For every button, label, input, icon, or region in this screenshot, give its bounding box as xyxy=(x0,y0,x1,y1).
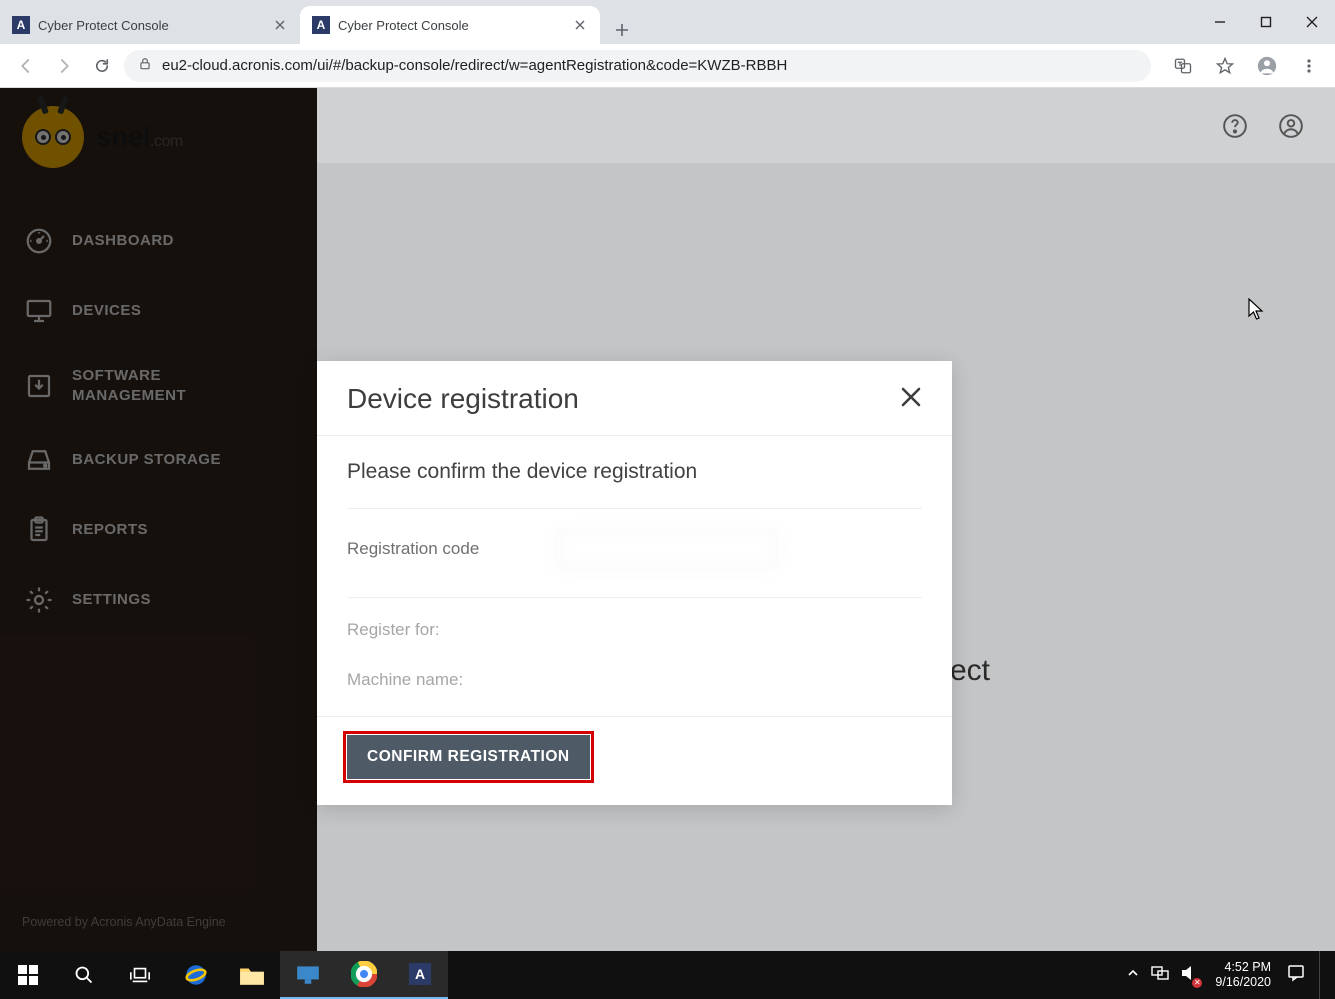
windows-taskbar: A ✕ 4:52 PM 9/16/2020 xyxy=(0,951,1335,999)
browser-toolbar: eu2-cloud.acronis.com/ui/#/backup-consol… xyxy=(0,44,1335,88)
sidebar-item-devices[interactable]: DEVICES xyxy=(0,276,317,346)
help-icon[interactable] xyxy=(1221,112,1249,140)
sidebar-item-label: SETTINGS xyxy=(72,590,151,610)
sidebar-nav: DASHBOARD DEVICES SOFTWARE MANAGEMENT BA… xyxy=(0,194,317,647)
address-bar[interactable]: eu2-cloud.acronis.com/ui/#/backup-consol… xyxy=(124,50,1151,82)
clipboard-icon xyxy=(24,515,54,545)
url-text: eu2-cloud.acronis.com/ui/#/backup-consol… xyxy=(162,57,787,74)
modal-title: Device registration xyxy=(347,383,579,415)
tab-title: Cyber Protect Console xyxy=(38,18,264,33)
register-for-row: Register for: xyxy=(347,620,922,640)
browser-tab-1[interactable]: A Cyber Protect Console xyxy=(300,6,600,44)
modal-subtitle: Please confirm the device registration xyxy=(347,460,922,484)
brand-logo-area: snel.com xyxy=(0,88,317,194)
machine-name-label: Machine name: xyxy=(347,670,557,690)
tray-network-icon[interactable] xyxy=(1151,965,1169,986)
close-tab-icon[interactable] xyxy=(272,17,288,33)
tab-title: Cyber Protect Console xyxy=(338,18,564,33)
taskbar-date: 9/16/2020 xyxy=(1215,975,1271,990)
sidebar-item-label: REPORTS xyxy=(72,520,148,540)
taskbar-time: 4:52 PM xyxy=(1215,960,1271,975)
sidebar-item-label: BACKUP STORAGE xyxy=(72,450,221,470)
back-button[interactable] xyxy=(10,50,42,82)
task-view-button[interactable] xyxy=(112,951,168,999)
registration-code-label: Registration code xyxy=(347,539,557,559)
brand-name: snel.com xyxy=(96,121,183,153)
search-button[interactable] xyxy=(56,951,112,999)
sidebar-footer: Powered by Acronis AnyData Engine xyxy=(0,899,317,951)
window-controls xyxy=(1197,0,1335,44)
mouse-cursor-icon xyxy=(1248,298,1266,322)
device-registration-modal: Device registration Please confirm the d… xyxy=(317,361,952,805)
tray-chevron-up-icon[interactable] xyxy=(1127,966,1139,984)
sidebar-item-backup-storage[interactable]: BACKUP STORAGE xyxy=(0,425,317,495)
brand-logo-icon xyxy=(22,106,84,168)
browser-tab-0[interactable]: A Cyber Protect Console xyxy=(0,6,300,44)
download-box-icon xyxy=(24,371,54,401)
maximize-window-button[interactable] xyxy=(1243,6,1289,38)
taskbar-app-acronis[interactable]: A xyxy=(392,951,448,999)
profile-avatar-icon[interactable] xyxy=(1251,50,1283,82)
new-tab-button[interactable] xyxy=(608,16,636,44)
reload-button[interactable] xyxy=(86,50,118,82)
disk-icon xyxy=(24,445,54,475)
sidebar-item-dashboard[interactable]: DASHBOARD xyxy=(0,206,317,276)
taskbar-app-explorer[interactable] xyxy=(224,951,280,999)
close-window-button[interactable] xyxy=(1289,6,1335,38)
sidebar-item-label: DEVICES xyxy=(72,301,141,321)
minimize-window-button[interactable] xyxy=(1197,6,1243,38)
account-icon[interactable] xyxy=(1277,112,1305,140)
forward-button[interactable] xyxy=(48,50,80,82)
gear-icon xyxy=(24,585,54,615)
browser-titlebar: A Cyber Protect Console A Cyber Protect … xyxy=(0,0,1335,44)
sidebar: snel.com DASHBOARD DEVICES SOFTWARE MANA… xyxy=(0,88,317,951)
taskbar-app-chrome[interactable] xyxy=(336,951,392,999)
sidebar-item-reports[interactable]: REPORTS xyxy=(0,495,317,565)
close-tab-icon[interactable] xyxy=(572,17,588,33)
register-for-label: Register for: xyxy=(347,620,557,640)
app-viewport: snel.com DASHBOARD DEVICES SOFTWARE MANA… xyxy=(0,88,1335,951)
registration-code-row: Registration code xyxy=(347,531,922,567)
browser-menu-icon[interactable] xyxy=(1293,50,1325,82)
translate-icon[interactable] xyxy=(1167,50,1199,82)
tray-notification-icon[interactable] xyxy=(1287,964,1305,987)
show-desktop-button[interactable] xyxy=(1319,951,1327,999)
confirm-registration-button[interactable]: CONFIRM REGISTRATION xyxy=(347,735,590,779)
gauge-icon xyxy=(24,226,54,256)
sidebar-item-settings[interactable]: SETTINGS xyxy=(0,565,317,635)
taskbar-app-ie[interactable] xyxy=(168,951,224,999)
close-modal-button[interactable] xyxy=(900,386,922,413)
taskbar-app-server-manager[interactable] xyxy=(280,951,336,999)
tray-volume-icon[interactable]: ✕ xyxy=(1181,965,1199,986)
taskbar-clock[interactable]: 4:52 PM 9/16/2020 xyxy=(1215,960,1271,990)
registration-code-input[interactable] xyxy=(557,531,775,567)
app-topbar xyxy=(317,88,1335,163)
bookmark-star-icon[interactable] xyxy=(1209,50,1241,82)
start-button[interactable] xyxy=(0,951,56,999)
machine-name-row: Machine name: xyxy=(347,670,922,690)
tab-favicon-icon: A xyxy=(12,16,30,34)
sidebar-item-label: DASHBOARD xyxy=(72,231,174,251)
background-partial-text: ect xyxy=(950,654,990,688)
lock-icon xyxy=(138,57,152,75)
tab-favicon-icon: A xyxy=(312,16,330,34)
sidebar-item-software-management[interactable]: SOFTWARE MANAGEMENT xyxy=(0,346,317,425)
monitor-icon xyxy=(24,296,54,326)
sidebar-item-label: SOFTWARE MANAGEMENT xyxy=(72,366,186,405)
